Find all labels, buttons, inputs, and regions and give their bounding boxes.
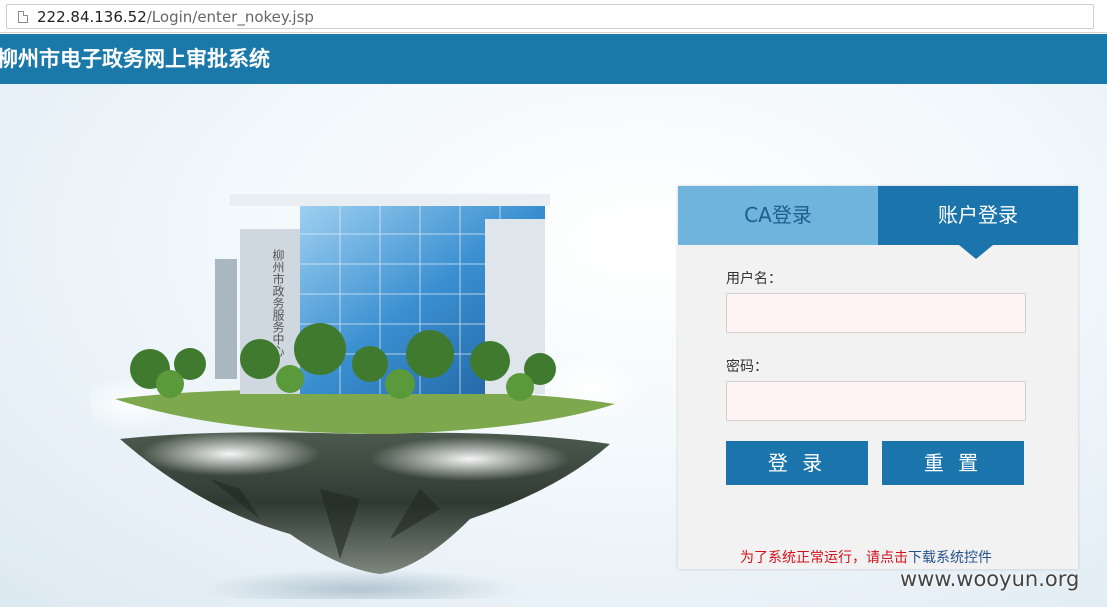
password-label: 密码：: [726, 359, 768, 375]
floating-island-illustration: 柳州市政务服务中心: [90, 194, 640, 599]
reset-button[interactable]: 重 置: [882, 441, 1024, 485]
login-panel: CA登录 账户登录 用户名： 密码： 登 录 重 置 为了系统正常运行，请点击下…: [678, 186, 1078, 569]
main-area: 柳州市政务服务中心 CA登录 账户登录 用户名： 密码： 登 录 重 置 为了系…: [0, 84, 1107, 607]
tab-ca-login[interactable]: CA登录: [678, 186, 878, 245]
watermark: www.wooyun.org: [900, 567, 1080, 591]
url-text[interactable]: 222.84.136.52/Login/enter_nokey.jsp: [37, 8, 314, 26]
download-note: 为了系统正常运行，请点击下载系统控件: [740, 547, 992, 567]
ground-shadow: [200, 569, 520, 599]
url-path: /Login/enter_nokey.jsp: [146, 8, 314, 26]
active-tab-indicator: [959, 245, 993, 259]
browser-toolbar: 222.84.136.52/Login/enter_nokey.jsp: [0, 0, 1107, 33]
username-label: 用户名：: [726, 271, 782, 287]
username-input[interactable]: [726, 293, 1026, 333]
download-control-link[interactable]: 下载系统控件: [908, 550, 992, 566]
site-title: 柳州市电子政务网上审批系统: [0, 47, 270, 71]
address-bar[interactable]: 222.84.136.52/Login/enter_nokey.jsp: [6, 4, 1094, 29]
url-host: 222.84.136.52: [37, 8, 147, 26]
building-roof: [230, 194, 550, 206]
login-button[interactable]: 登 录: [726, 441, 868, 485]
password-input[interactable]: [726, 381, 1026, 421]
page-icon: [18, 11, 28, 23]
building-sign: 柳州市政务服务中心: [271, 249, 285, 357]
island-grass: [115, 390, 615, 434]
site-header: 柳州市电子政务网上审批系统: [0, 34, 1107, 84]
tab-account-login[interactable]: 账户登录: [878, 186, 1078, 245]
note-text: 为了系统正常运行，请点击: [740, 550, 908, 566]
